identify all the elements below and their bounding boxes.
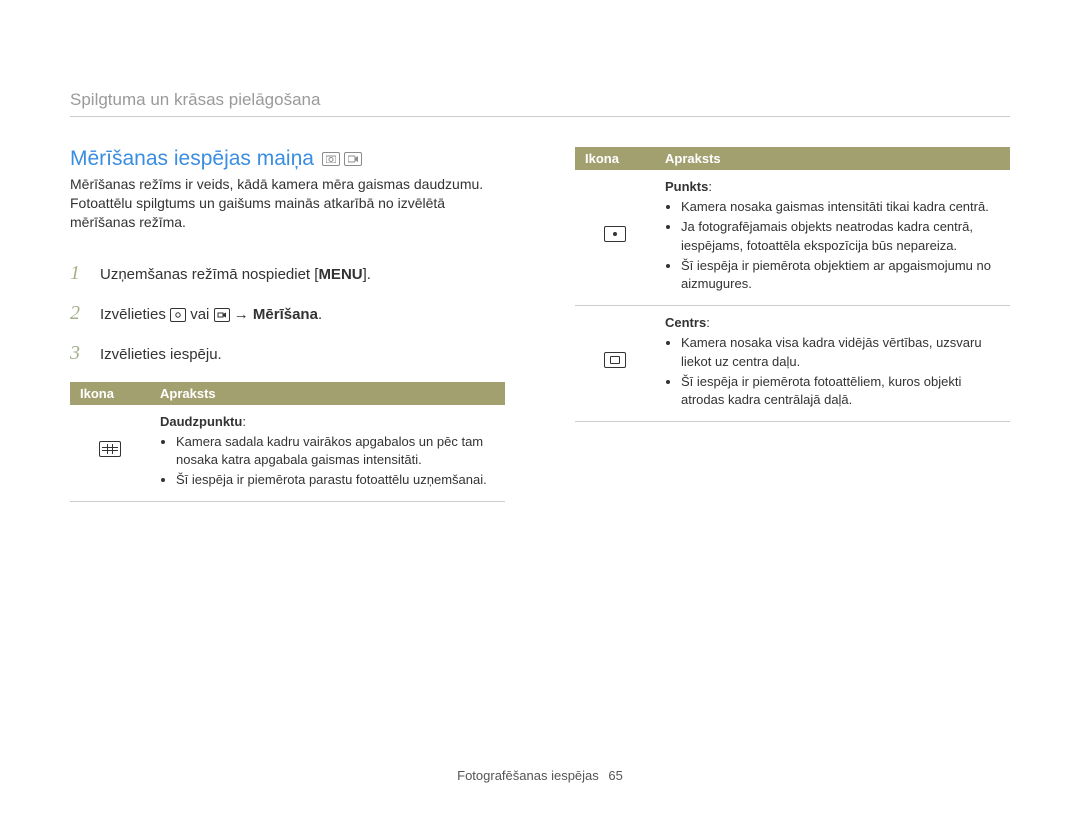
option-description: Punkts: Kamera nosaka gaismas intensitāt… bbox=[655, 170, 1010, 306]
option-bullet: Kamera sadala kadru vairākos apgabalos u… bbox=[176, 433, 495, 469]
option-bullet: Kamera nosaka visa kadra vidējās vērtība… bbox=[681, 334, 1000, 370]
steps-list: 1 Uzņemšanas režīmā nospiediet [MENU]. 2… bbox=[70, 254, 505, 372]
col-header-desc: Apraksts bbox=[150, 382, 505, 405]
intro-paragraph: Mērīšanas režīms ir veids, kādā kamera m… bbox=[70, 175, 505, 232]
col-header-desc: Apraksts bbox=[655, 147, 1010, 170]
video-mode-icon bbox=[344, 152, 362, 166]
page-number: 65 bbox=[608, 768, 622, 783]
page-footer: Fotografēšanas iespējas 65 bbox=[0, 768, 1080, 783]
option-title: Daudzpunktu bbox=[160, 414, 242, 429]
menu-label: MENU bbox=[318, 266, 362, 283]
right-column: Ikona Apraksts Punkts: Kamera nosaka gai… bbox=[575, 147, 1010, 502]
camera-mode-icon bbox=[322, 152, 340, 166]
step-2: 2 Izvēlieties vai → Mērīšana. bbox=[70, 294, 505, 332]
step-1: 1 Uzņemšanas režīmā nospiediet [MENU]. bbox=[70, 254, 505, 292]
step-number: 2 bbox=[70, 294, 88, 332]
step-3: 3 Izvēlieties iespēju. bbox=[70, 334, 505, 372]
section-heading: Mērīšanas iespējas maiņa bbox=[70, 147, 505, 171]
option-bullet: Kamera nosaka gaismas intensitāti tikai … bbox=[681, 198, 1000, 216]
option-description: Daudzpunktu: Kamera sadala kadru vairāko… bbox=[150, 405, 505, 502]
metering-multi-icon bbox=[70, 405, 150, 502]
metering-spot-icon bbox=[575, 170, 655, 306]
step-number: 1 bbox=[70, 254, 88, 292]
options-table-left: Ikona Apraksts Daudzpunktu: Kamera sadal… bbox=[70, 382, 505, 503]
option-bullet: Ja fotografējamais objekts neatrodas kad… bbox=[681, 218, 1000, 254]
step-fragment: . bbox=[318, 306, 322, 323]
left-column: Mērīšanas iespējas maiņa Mērīšanas režīm… bbox=[70, 147, 505, 502]
table-row: Centrs: Kamera nosaka visa kadra vidējās… bbox=[575, 306, 1010, 422]
col-header-icon: Ikona bbox=[575, 147, 655, 170]
option-bullet: Šī iespēja ir piemērota parastu fotoattē… bbox=[176, 471, 495, 489]
step-fragment: ]. bbox=[363, 266, 371, 283]
step-fragment: Izvēlieties bbox=[100, 306, 170, 323]
arrow-icon: → bbox=[230, 306, 253, 323]
camera-icon bbox=[170, 308, 186, 322]
option-title: Punkts bbox=[665, 179, 708, 194]
menu-item-label: Mērīšana bbox=[253, 306, 318, 323]
option-description: Centrs: Kamera nosaka visa kadra vidējās… bbox=[655, 306, 1010, 422]
step-number: 3 bbox=[70, 334, 88, 372]
option-bullet: Šī iespēja ir piemērota fotoattēliem, ku… bbox=[681, 373, 1000, 409]
metering-center-icon bbox=[575, 306, 655, 422]
step-text: Izvēlieties vai → Mērīšana. bbox=[100, 301, 322, 330]
mode-icons bbox=[322, 152, 362, 166]
col-header-icon: Ikona bbox=[70, 382, 150, 405]
footer-section: Fotografēšanas iespējas bbox=[457, 768, 599, 783]
step-fragment: Uzņemšanas režīmā nospiediet [ bbox=[100, 266, 318, 283]
table-row: Daudzpunktu: Kamera sadala kadru vairāko… bbox=[70, 405, 505, 502]
option-bullet: Šī iespēja ir piemērota objektiem ar apg… bbox=[681, 257, 1000, 293]
option-title: Centrs bbox=[665, 315, 706, 330]
step-text: Uzņemšanas režīmā nospiediet [MENU]. bbox=[100, 261, 371, 290]
table-row: Punkts: Kamera nosaka gaismas intensitāt… bbox=[575, 170, 1010, 306]
breadcrumb: Spilgtuma un krāsas pielāgošana bbox=[70, 90, 1010, 117]
step-text: Izvēlieties iespēju. bbox=[100, 341, 222, 370]
video-icon bbox=[214, 308, 230, 322]
options-table-right: Ikona Apraksts Punkts: Kamera nosaka gai… bbox=[575, 147, 1010, 422]
step-fragment: vai bbox=[186, 306, 214, 323]
heading-text: Mērīšanas iespējas maiņa bbox=[70, 147, 314, 171]
